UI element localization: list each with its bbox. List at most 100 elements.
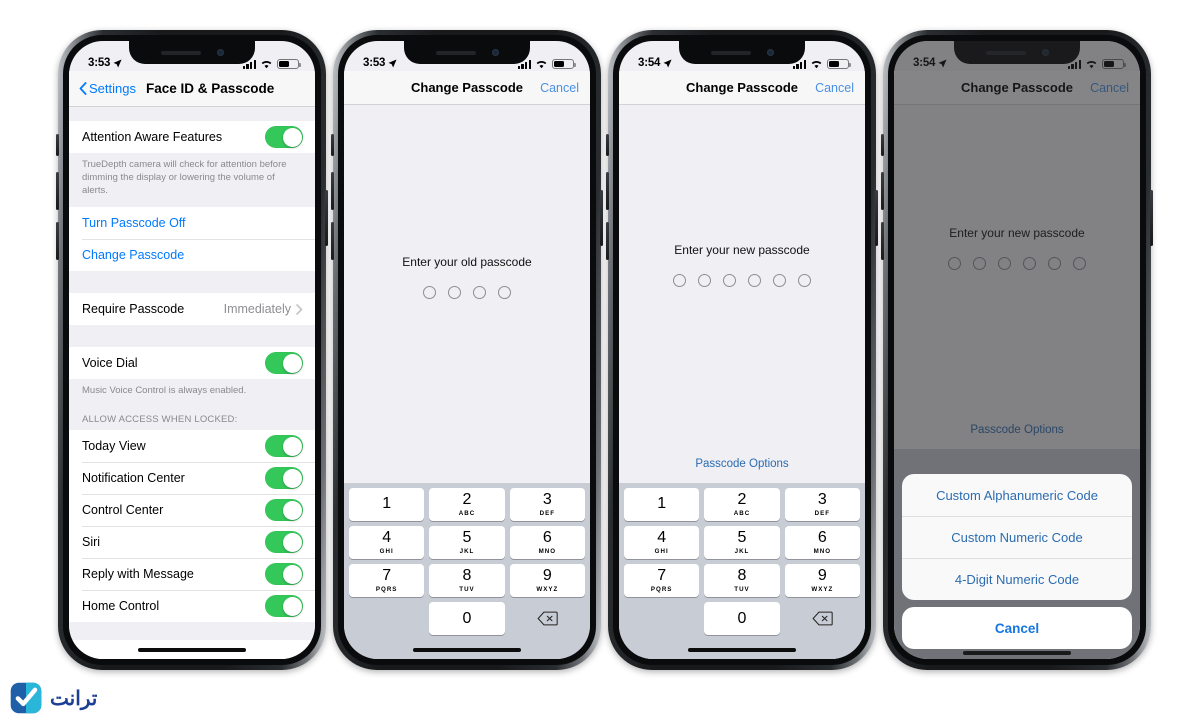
settings-group-attention: Attention Aware Features <box>69 121 315 153</box>
row-today-view[interactable]: Today View <box>69 430 315 463</box>
key-digit: 9 <box>817 567 827 585</box>
toggle-home-control[interactable] <box>265 595 303 618</box>
key-letters: MNO <box>813 547 832 555</box>
volume-down-button[interactable] <box>881 222 884 260</box>
status-right <box>517 59 576 69</box>
settings-group-require: Require Passcode Immediately <box>69 293 315 326</box>
cancel-button[interactable]: Cancel <box>815 81 854 95</box>
toggle-attention-aware-features[interactable] <box>265 126 303 148</box>
toggle-voice-dial[interactable] <box>265 352 303 375</box>
key-delete[interactable] <box>510 602 585 635</box>
volume-up-button[interactable] <box>606 172 609 210</box>
power-button[interactable] <box>1150 190 1153 246</box>
mute-switch[interactable] <box>331 134 334 156</box>
home-indicator[interactable] <box>688 647 796 652</box>
volume-up-button[interactable] <box>331 172 334 210</box>
passcode-dot <box>498 286 511 299</box>
key-letters: PQRS <box>650 585 673 593</box>
passcode-dots <box>673 273 811 287</box>
key-8[interactable]: 8 TUV <box>704 564 780 597</box>
cancel-button[interactable]: Cancel <box>540 81 579 95</box>
key-6[interactable]: 6 MNO <box>784 526 860 559</box>
volume-up-button[interactable] <box>881 172 884 210</box>
key-9[interactable]: 9 WXYZ <box>784 564 860 597</box>
key-3[interactable]: 3 DEF <box>784 488 860 521</box>
require-passcode-value: Immediately <box>223 302 291 317</box>
key-0[interactable]: 0 <box>429 602 505 635</box>
wifi-icon <box>811 61 822 69</box>
row-reply-with-message[interactable]: Reply with Message <box>69 558 315 591</box>
key-letters: DEF <box>814 509 830 517</box>
settings-list[interactable]: Attention Aware Features TrueDepth camer… <box>69 107 315 659</box>
option-4-digit-numeric-code[interactable]: 4-Digit Numeric Code <box>902 558 1132 600</box>
toggle-reply-with-message[interactable] <box>265 563 303 586</box>
mute-switch[interactable] <box>56 134 59 156</box>
key-delete[interactable] <box>785 602 860 635</box>
toggle-today-view[interactable] <box>265 435 303 458</box>
mute-switch[interactable] <box>881 134 884 156</box>
key-digit: 3 <box>542 491 552 509</box>
key-4[interactable]: 4 GHI <box>624 526 700 559</box>
home-indicator-area <box>69 640 315 659</box>
key-3[interactable]: 3 DEF <box>509 488 585 521</box>
power-button[interactable] <box>325 190 328 246</box>
option-custom-alphanumeric-code[interactable]: Custom Alphanumeric Code <box>902 474 1132 516</box>
numeric-keypad[interactable]: 1 2 ABC 3 DEF 4 GHI 5 JKL 6 MNO 7 PQRS 8… <box>619 483 865 659</box>
key-8[interactable]: 8 TUV <box>429 564 505 597</box>
key-7[interactable]: 7 PQRS <box>349 564 425 597</box>
home-indicator[interactable] <box>138 647 246 652</box>
backspace-icon <box>812 611 833 626</box>
row-voice-dial[interactable]: Voice Dial <box>69 347 315 380</box>
row-home-control[interactable]: Home Control <box>69 590 315 623</box>
back-button[interactable]: Settings <box>79 81 136 96</box>
key-2[interactable]: 2 ABC <box>704 488 780 521</box>
numeric-keypad[interactable]: 1 2 ABC 3 DEF 4 GHI 5 JKL 6 MNO 7 PQRS 8… <box>344 483 590 659</box>
key-1[interactable]: 1 <box>349 488 425 521</box>
key-7[interactable]: 7 PQRS <box>624 564 700 597</box>
toggle-control-center[interactable] <box>265 499 303 522</box>
home-indicator[interactable] <box>413 647 521 652</box>
volume-down-button[interactable] <box>56 222 59 260</box>
navigation-bar: Settings Face ID & Passcode <box>69 71 315 107</box>
key-4[interactable]: 4 GHI <box>349 526 425 559</box>
row-notification-center[interactable]: Notification Center <box>69 462 315 495</box>
power-button[interactable] <box>875 190 878 246</box>
key-1[interactable]: 1 <box>624 488 700 521</box>
key-letters: JKL <box>459 547 475 555</box>
row-control-center[interactable]: Control Center <box>69 494 315 527</box>
key-0[interactable]: 0 <box>704 602 780 635</box>
key-digit: 2 <box>737 491 747 509</box>
row-change-passcode[interactable]: Change Passcode <box>69 239 315 272</box>
option-custom-numeric-code[interactable]: Custom Numeric Code <box>902 516 1132 558</box>
key-5[interactable]: 5 JKL <box>429 526 505 559</box>
volume-down-button[interactable] <box>606 222 609 260</box>
row-turn-passcode-off[interactable]: Turn Passcode Off <box>69 207 315 240</box>
phone-screen: 3:54 Change Passcode Cancel <box>619 41 865 659</box>
row-label: Reply with Message <box>82 567 194 582</box>
mute-switch[interactable] <box>606 134 609 156</box>
toggle-notification-center[interactable] <box>265 467 303 490</box>
chevron-right-icon <box>296 304 303 315</box>
section-header-allow-access: ALLOW ACCESS WHEN LOCKED: <box>69 408 315 431</box>
key-9[interactable]: 9 WXYZ <box>509 564 585 597</box>
key-6[interactable]: 6 MNO <box>509 526 585 559</box>
power-button[interactable] <box>600 190 603 246</box>
toggle-siri[interactable] <box>265 531 303 554</box>
volume-up-button[interactable] <box>56 172 59 210</box>
passcode-options-button[interactable]: Passcode Options <box>619 458 865 483</box>
key-letters: DEF <box>539 509 555 517</box>
list-spacer <box>69 325 315 348</box>
row-require-passcode[interactable]: Require Passcode Immediately <box>69 293 315 326</box>
row-attention-aware-features[interactable]: Attention Aware Features <box>69 121 315 153</box>
volume-down-button[interactable] <box>331 222 334 260</box>
phone-screen: 3:53 Settings Face ID & Passcode Attenti… <box>69 41 315 659</box>
key-2[interactable]: 2 ABC <box>429 488 505 521</box>
keypad-row: 7 PQRS 8 TUV 9 WXYZ <box>349 564 585 597</box>
key-digit: 8 <box>462 567 472 585</box>
key-digit: 4 <box>657 529 667 547</box>
keypad-row: 0 <box>624 602 860 635</box>
home-indicator[interactable] <box>963 651 1071 655</box>
action-sheet-cancel-button[interactable]: Cancel <box>902 607 1132 649</box>
row-siri[interactable]: Siri <box>69 526 315 559</box>
key-5[interactable]: 5 JKL <box>704 526 780 559</box>
